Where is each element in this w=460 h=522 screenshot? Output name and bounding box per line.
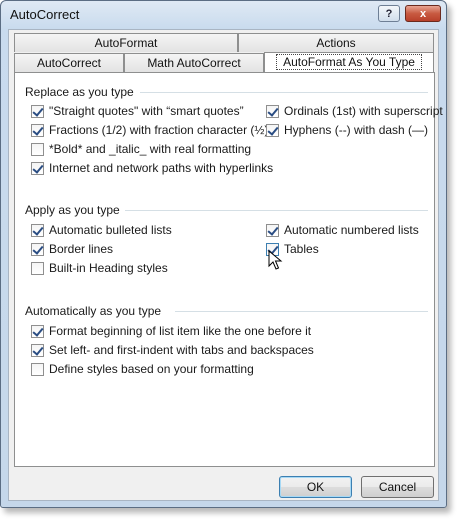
option-label: Define styles based on your formatting	[49, 362, 254, 376]
tab-autoformat-as-you-type[interactable]: AutoFormat As You Type	[264, 52, 434, 72]
help-icon: ?	[385, 7, 393, 20]
option-internet-paths[interactable]: Internet and network paths with hyperlin…	[31, 161, 273, 175]
option-bold-italic[interactable]: *Bold* and _italic_ with real formatting	[31, 142, 251, 156]
autocorrect-dialog: AutoCorrect ? x AutoFormat Actions AutoC…	[0, 0, 447, 508]
option-ordinals[interactable]: Ordinals (1st) with superscript	[266, 104, 443, 118]
option-bulleted-lists[interactable]: Automatic bulleted lists	[31, 223, 172, 237]
option-label: *Bold* and _italic_ with real formatting	[49, 142, 252, 156]
checkbox[interactable]	[31, 123, 44, 137]
close-button[interactable]: x	[405, 5, 441, 22]
window-title: AutoCorrect	[10, 7, 80, 22]
section-title-replace: Replace as you type	[25, 85, 134, 99]
tab-math-autocorrect[interactable]: Math AutoCorrect	[124, 53, 264, 72]
checkbox[interactable]	[266, 104, 279, 118]
section-divider	[125, 210, 428, 211]
checkbox[interactable]	[31, 142, 44, 156]
option-straight-quotes[interactable]: "Straight quotes" with “smart quotes”	[31, 104, 244, 118]
option-label: Set left- and first-indent with tabs and…	[49, 343, 314, 357]
checkbox[interactable]	[266, 223, 279, 237]
section-title-automatically: Automatically as you type	[25, 304, 162, 318]
option-label: Internet and network paths with hyperlin…	[49, 161, 274, 175]
checkbox[interactable]	[266, 123, 279, 137]
section-title-apply: Apply as you type	[25, 203, 120, 217]
option-label: Automatic bulleted lists	[49, 223, 172, 237]
section-divider	[140, 92, 428, 93]
checkbox[interactable]	[31, 362, 44, 376]
title-bar: AutoCorrect ? x	[1, 1, 446, 29]
option-label: Format beginning of list item like the o…	[49, 324, 312, 338]
tab-label: AutoFormat	[94, 36, 158, 50]
checkbox[interactable]	[31, 261, 44, 275]
option-label: Tables	[284, 242, 319, 256]
option-label: "Straight quotes" with “smart quotes”	[49, 104, 244, 118]
option-label: Fractions (1/2) with fraction character …	[49, 123, 269, 137]
option-label: Automatic numbered lists	[284, 223, 419, 237]
option-fractions[interactable]: Fractions (1/2) with fraction character …	[31, 123, 268, 137]
help-button[interactable]: ?	[378, 5, 400, 22]
tab-actions[interactable]: Actions	[238, 33, 434, 52]
tab-label: Actions	[316, 36, 356, 50]
checkbox[interactable]	[31, 104, 44, 118]
option-border-lines[interactable]: Border lines	[31, 242, 113, 256]
tab-label: Math AutoCorrect	[147, 56, 241, 70]
checkbox[interactable]	[31, 242, 44, 256]
mouse-cursor-icon	[268, 250, 283, 270]
tab-label: AutoCorrect	[36, 56, 102, 70]
option-numbered-lists[interactable]: Automatic numbered lists	[266, 223, 419, 237]
option-label: Built-in Heading styles	[49, 261, 168, 275]
option-define-styles[interactable]: Define styles based on your formatting	[31, 362, 254, 376]
checkbox[interactable]	[31, 223, 44, 237]
option-label: Border lines	[49, 242, 114, 256]
section-divider	[175, 311, 428, 312]
checkbox[interactable]	[31, 161, 44, 175]
checkbox[interactable]	[31, 324, 44, 338]
option-label: Hyphens (--) with dash (—)	[284, 123, 429, 137]
cancel-button[interactable]: Cancel	[361, 476, 434, 498]
option-heading-styles[interactable]: Built-in Heading styles	[31, 261, 168, 275]
ok-button[interactable]: OK	[279, 476, 352, 498]
tab-autoformat[interactable]: AutoFormat	[14, 33, 238, 52]
dialog-client: AutoFormat Actions AutoCorrect Math Auto…	[8, 29, 443, 501]
checkbox[interactable]	[31, 343, 44, 357]
option-set-indent[interactable]: Set left- and first-indent with tabs and…	[31, 343, 314, 357]
option-label: Ordinals (1st) with superscript	[284, 104, 443, 118]
option-format-list-item[interactable]: Format beginning of list item like the o…	[31, 324, 311, 338]
tab-autocorrect[interactable]: AutoCorrect	[14, 53, 124, 72]
tab-label: AutoFormat As You Type	[276, 54, 422, 70]
option-hyphens[interactable]: Hyphens (--) with dash (—)	[266, 123, 428, 137]
close-icon: x	[419, 7, 427, 20]
tab-panel: Replace as you type "Straight quotes" wi…	[14, 72, 443, 467]
